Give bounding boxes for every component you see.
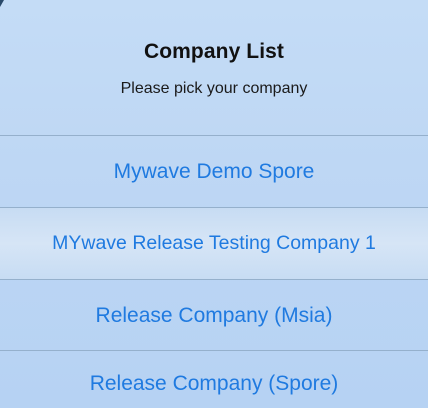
company-option-release-msia[interactable]: Release Company (Msia) bbox=[0, 280, 428, 351]
company-option-mywave-demo-spore[interactable]: Mywave Demo Spore bbox=[0, 136, 428, 207]
company-option-release-spore[interactable]: Release Company (Spore) bbox=[0, 351, 428, 408]
company-option-mywave-release-testing[interactable]: MYwave Release Testing Company 1 bbox=[0, 208, 428, 279]
sheet-subtitle: Please pick your company bbox=[120, 80, 308, 97]
sheet-title: Company List bbox=[143, 40, 285, 63]
sheet-header: Company List Please pick your company bbox=[0, 0, 428, 135]
company-picker-sheet: Company List Please pick your company My… bbox=[0, 0, 428, 408]
